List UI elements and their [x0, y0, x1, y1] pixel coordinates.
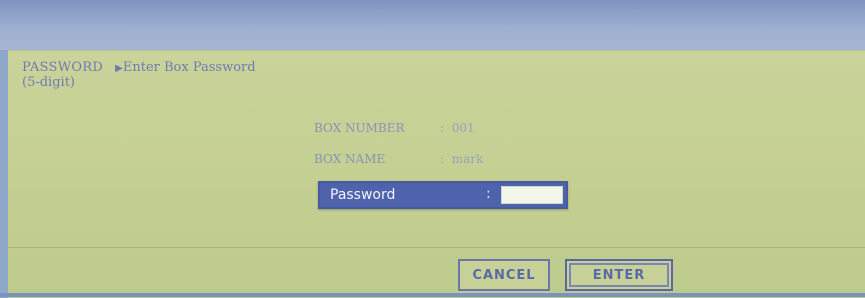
divider — [8, 247, 865, 248]
screen-bezel-top — [0, 0, 865, 50]
screen-header: PASSWORD ▶Enter Box Password (5-digit) — [22, 61, 256, 90]
password-separator: : — [486, 186, 491, 202]
box-number-row: BOX NUMBER: 001 — [314, 121, 475, 135]
digit-hint: (5-digit) — [22, 75, 75, 90]
box-name-label: BOX NAME — [314, 152, 386, 166]
box-number-label: BOX NUMBER — [314, 121, 405, 135]
password-input[interactable] — [501, 186, 563, 204]
password-field[interactable]: Password : — [318, 181, 568, 209]
password-label: Password — [330, 187, 396, 203]
box-name-value: mark — [451, 152, 484, 166]
lcd-panel: PASSWORD ▶Enter Box Password (5-digit) BO… — [8, 50, 865, 298]
box-number-value: 001 — [451, 121, 475, 135]
arrow-right-icon: ▶ — [115, 63, 123, 74]
section-title: PASSWORD — [22, 60, 104, 75]
instruction-text: Enter Box Password — [122, 60, 256, 75]
cancel-button[interactable]: CANCEL — [458, 259, 550, 291]
enter-button[interactable]: ENTER — [565, 259, 673, 291]
box-name-row: BOX NAME: mark — [314, 152, 483, 166]
box-name-separator: : — [440, 152, 445, 166]
box-number-separator: : — [440, 121, 445, 135]
screen-bezel-bottom — [0, 293, 865, 297]
